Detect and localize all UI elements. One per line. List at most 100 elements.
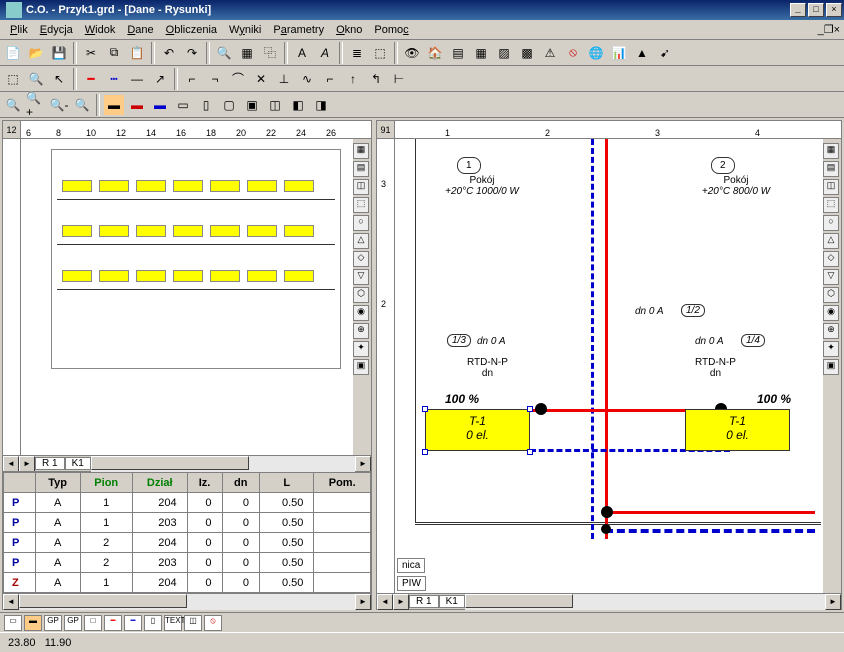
menu-okno[interactable]: Okno [330, 22, 368, 38]
btab-10[interactable]: ◫ [184, 615, 202, 631]
paste-button[interactable]: 📋 [126, 42, 148, 64]
side-tool-6[interactable]: △ [353, 233, 369, 249]
selection-handle[interactable] [527, 449, 533, 455]
align-button[interactable]: ≣ [346, 42, 368, 64]
redo-button[interactable]: ↷ [181, 42, 203, 64]
wave-button[interactable]: ∿ [296, 68, 318, 90]
dside-tool-9[interactable]: ⬡ [823, 287, 839, 303]
grid-row[interactable]: PA1203000.50 [4, 513, 371, 533]
dside-tool-3[interactable]: ◫ [823, 179, 839, 195]
grid-scrollbar[interactable]: ◄► [3, 593, 371, 609]
btab-4[interactable]: GP [64, 615, 82, 631]
scroll-right-button[interactable]: ► [19, 456, 35, 472]
layer7-button[interactable]: ▣ [241, 94, 263, 116]
layer5-button[interactable]: ▯ [195, 94, 217, 116]
dscroll-left-button[interactable]: ◄ [377, 594, 393, 610]
home-button[interactable]: 🏠 [424, 42, 446, 64]
menu-pomoc[interactable]: Pomoc [368, 22, 414, 38]
layer4-button[interactable]: ▭ [172, 94, 194, 116]
data-button[interactable]: ▤ [447, 42, 469, 64]
tab-r1-right[interactable]: R 1 [409, 595, 439, 608]
zoom-fit-button[interactable]: 🔍 [2, 94, 24, 116]
menu-dane[interactable]: Dane [121, 22, 159, 38]
cross-button[interactable]: ✕ [250, 68, 272, 90]
mdi-close-button[interactable]: × [834, 24, 840, 36]
side-tool-11[interactable]: ⊕ [353, 323, 369, 339]
side-tool-8[interactable]: ▽ [353, 269, 369, 285]
layer6-button[interactable]: ▢ [218, 94, 240, 116]
btab-1[interactable]: ▭ [4, 615, 22, 631]
stop-button[interactable]: ⦸ [562, 42, 584, 64]
open-button[interactable]: 📂 [25, 42, 47, 64]
line-thin-button[interactable]: — [126, 68, 148, 90]
zoom-tool-button[interactable]: 🔍 [25, 68, 47, 90]
dside-tool-11[interactable]: ⊕ [823, 323, 839, 339]
arc-button[interactable]: ⌒ [227, 68, 249, 90]
step-button[interactable]: ⌐ [319, 68, 341, 90]
btab-2[interactable]: ▬ [24, 615, 42, 631]
style-button[interactable]: A [314, 42, 336, 64]
floating-tab-nica[interactable]: nica [397, 558, 425, 573]
zoom-in-button[interactable]: 🔍 [213, 42, 235, 64]
save-button[interactable]: 💾 [48, 42, 70, 64]
arrow-up-button[interactable]: ↗ [149, 68, 171, 90]
zoom-all-button[interactable]: 🔍 [71, 94, 93, 116]
close-button[interactable]: × [826, 3, 842, 17]
layer10-button[interactable]: ◨ [310, 94, 332, 116]
side-tool-13[interactable]: ▣ [353, 359, 369, 375]
overview-canvas[interactable]: ▦ ▤ ◫ ⬚ ○ △ ◇ ▽ ⬡ ◉ ⊕ ✦ ▣ [21, 139, 371, 455]
menu-parametry[interactable]: Parametry [267, 22, 330, 38]
calc-button[interactable]: ▩ [516, 42, 538, 64]
cut-button[interactable]: ✂ [80, 42, 102, 64]
btab-8[interactable]: ▯ [144, 615, 162, 631]
dside-tool-2[interactable]: ▤ [823, 161, 839, 177]
warn-button[interactable]: ⚠ [539, 42, 561, 64]
line-red-button[interactable]: ━ [80, 68, 102, 90]
grid-row[interactable]: ZA1204000.50 [4, 573, 371, 593]
radiator-2[interactable]: T-1 0 el. [685, 409, 790, 451]
side-tool-10[interactable]: ◉ [353, 305, 369, 321]
dside-tool-8[interactable]: ▽ [823, 269, 839, 285]
menu-edycja[interactable]: Edycja [34, 22, 79, 38]
tab-k1-right[interactable]: K1 [439, 595, 465, 608]
btab-3[interactable]: GP [44, 615, 62, 631]
font-button[interactable]: A [291, 42, 313, 64]
scroll-end-button[interactable]: ► [355, 456, 371, 472]
mdi-restore-button[interactable]: ❐ [824, 23, 834, 36]
side-tool-7[interactable]: ◇ [353, 251, 369, 267]
dside-tool-6[interactable]: △ [823, 233, 839, 249]
zoom-minus-button[interactable]: 🔍- [48, 94, 70, 116]
side-tool-2[interactable]: ▤ [353, 161, 369, 177]
side-tool-3[interactable]: ◫ [353, 179, 369, 195]
btab-6[interactable]: ━ [104, 615, 122, 631]
bring-front-button[interactable]: ⬚ [369, 42, 391, 64]
scroll-left-button[interactable]: ◄ [3, 456, 19, 472]
floor-button[interactable]: ▦ [236, 42, 258, 64]
dside-tool-7[interactable]: ◇ [823, 251, 839, 267]
menu-widok[interactable]: Widok [79, 22, 122, 38]
dside-tool-12[interactable]: ✦ [823, 341, 839, 357]
riser-button[interactable]: ↑ [342, 68, 364, 90]
report-button[interactable]: ▲ [631, 42, 653, 64]
duplicate-button[interactable]: ⿻ [259, 42, 281, 64]
btab-7[interactable]: ━ [124, 615, 142, 631]
dside-tool-1[interactable]: ▦ [823, 143, 839, 159]
layer1-button[interactable]: ▬ [103, 94, 125, 116]
dside-tool-5[interactable]: ○ [823, 215, 839, 231]
overview-scrollbar[interactable]: ◄ ► R 1 K1 ► [3, 455, 371, 471]
new-button[interactable]: 📄 [2, 42, 24, 64]
chart-button[interactable]: 📊 [608, 42, 630, 64]
dside-tool-13[interactable]: ▣ [823, 359, 839, 375]
layer3-button[interactable]: ▬ [149, 94, 171, 116]
dscroll-right-button[interactable]: ► [393, 594, 409, 610]
tee-button[interactable]: ⊥ [273, 68, 295, 90]
pointer-button[interactable]: ↖ [48, 68, 70, 90]
line-blue-button[interactable]: ┅ [103, 68, 125, 90]
return-button[interactable]: ↰ [365, 68, 387, 90]
radiator-1[interactable]: T-1 0 el. [425, 409, 530, 451]
tab-k1-left[interactable]: K1 [65, 457, 91, 470]
connector-button[interactable]: ⊢ [388, 68, 410, 90]
undo-button[interactable]: ↶ [158, 42, 180, 64]
side-tool-4[interactable]: ⬚ [353, 197, 369, 213]
side-tool-12[interactable]: ✦ [353, 341, 369, 357]
